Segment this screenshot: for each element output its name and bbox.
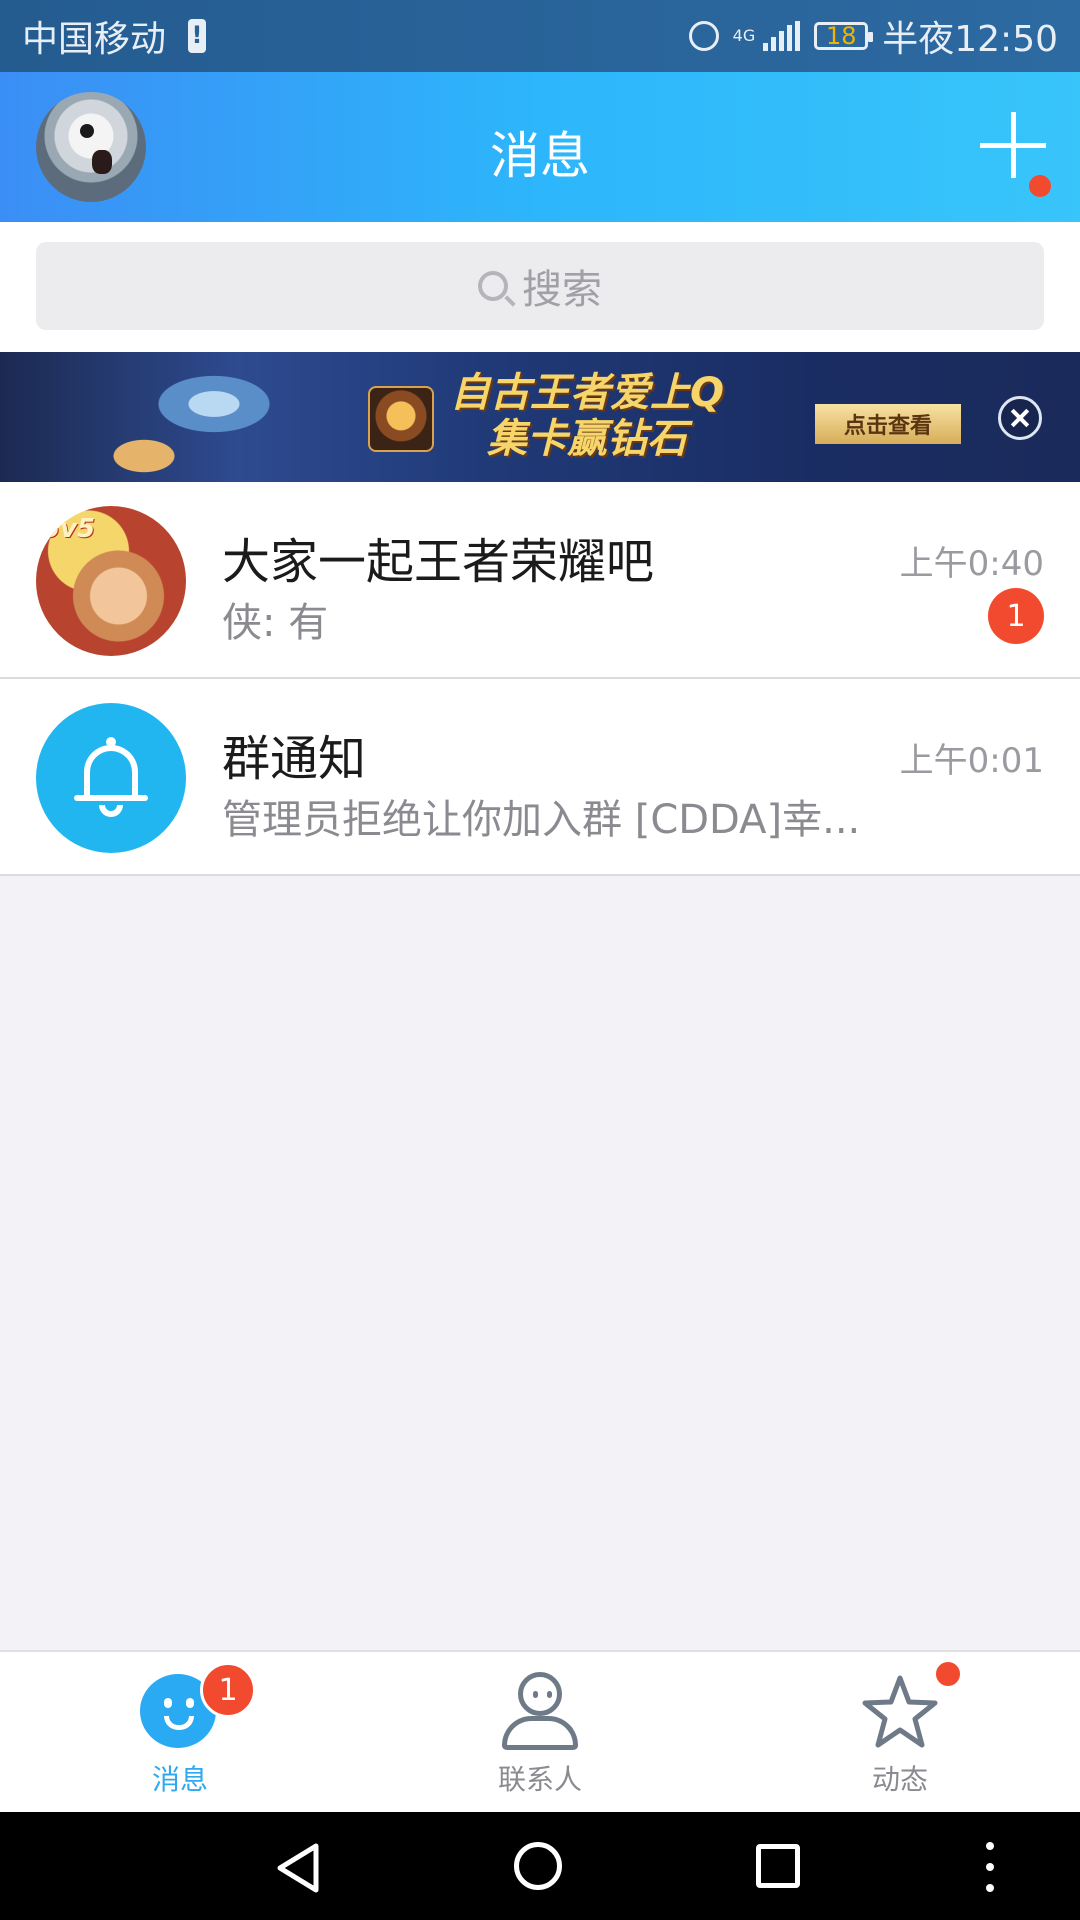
recent-apps-icon[interactable] (756, 1844, 800, 1888)
status-bar: 中国移动 4G 18 半夜12:50 (0, 0, 1080, 72)
battery-level: 18 (825, 22, 857, 50)
conversation-preview: 侠: 有 (222, 600, 329, 646)
promo-banner[interactable]: 自古王者爱上Q 集卡赢钻石 点击查看 (0, 352, 1080, 482)
conversation-title: 大家一起王者荣耀吧 (222, 534, 655, 590)
unread-badge: 1 (988, 588, 1044, 644)
tab-contacts[interactable]: 联系人 (440, 1652, 640, 1812)
conversation-preview: 管理员拒绝让你加入群 [CDDA]幸... (222, 797, 861, 843)
banner-line-2: 集卡赢钻石 (487, 416, 687, 462)
status-bar-left: 中国移动 (22, 10, 207, 62)
battery-icon: 18 (814, 22, 874, 50)
page-title: 消息 (490, 127, 590, 185)
conversation-time: 上午0:01 (899, 741, 1044, 781)
tab-contacts-label: 联系人 (497, 1763, 582, 1796)
avatar-logo-text: 5v5 (42, 514, 96, 544)
conversation-list: 5v5 大家一起王者荣耀吧 侠: 有 上午0:40 1 群通知 管理员拒绝让你加… (0, 482, 1080, 876)
banner-hero-image (60, 352, 340, 482)
bell-icon (74, 737, 148, 821)
tab-moments-label: 动态 (871, 1763, 928, 1796)
banner-line-1: 自古王者爱上Q (450, 370, 725, 416)
banner-cta-button[interactable]: 点击查看 (815, 404, 961, 444)
search-placeholder: 搜索 (522, 267, 602, 313)
banner-logo (368, 386, 434, 452)
plus-icon[interactable] (980, 112, 1046, 178)
group-notification-avatar (36, 703, 186, 853)
tab-messages-label: 消息 (151, 1763, 208, 1796)
network-type: 4G (732, 26, 756, 45)
battery-warning-icon (188, 19, 207, 53)
system-nav-bar (0, 1812, 1080, 1920)
home-icon[interactable] (514, 1842, 562, 1890)
tab-messages-badge: 1 (200, 1662, 256, 1718)
search-input[interactable]: 搜索 (36, 242, 1044, 330)
conversation-time: 上午0:40 (899, 544, 1044, 584)
tab-moments[interactable]: 动态 (800, 1652, 1000, 1812)
close-icon[interactable] (998, 396, 1042, 440)
notification-dot (1029, 175, 1051, 197)
moments-notification-dot (934, 1660, 962, 1688)
star-icon (862, 1675, 938, 1748)
conversation-title: 群通知 (222, 731, 367, 787)
search-icon (478, 271, 508, 301)
carrier-label: 中国移动 (22, 19, 167, 60)
alarm-icon (688, 21, 719, 51)
list-item[interactable]: 群通知 管理员拒绝让你加入群 [CDDA]幸... 上午0:01 (0, 679, 1080, 876)
bottom-tab-bar: 1 消息 联系人 动态 (0, 1650, 1080, 1812)
banner-headline: 自古王者爱上Q 集卡赢钻石 (450, 370, 724, 462)
list-item[interactable]: 5v5 大家一起王者荣耀吧 侠: 有 上午0:40 1 (0, 482, 1080, 679)
back-icon[interactable] (274, 1842, 322, 1894)
group-avatar: 5v5 (36, 506, 186, 656)
app-header: 消息 (0, 72, 1080, 222)
more-icon[interactable] (986, 1842, 994, 1892)
search-area: 搜索 (0, 222, 1080, 352)
signal-icon (763, 21, 801, 51)
tab-messages[interactable]: 1 消息 (80, 1652, 280, 1812)
status-bar-right: 4G 18 半夜12:50 (688, 10, 1058, 62)
contacts-icon (502, 1672, 578, 1752)
clock: 半夜12:50 (882, 19, 1058, 60)
